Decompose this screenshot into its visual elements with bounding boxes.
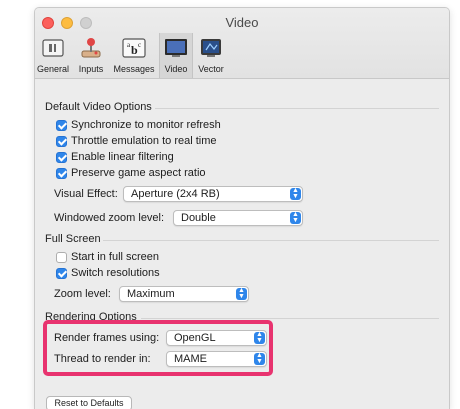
updown-chevron-icon: ▲ ▼ xyxy=(254,352,265,365)
zoom-level-label: Zoom level: xyxy=(54,288,111,300)
throttle-option[interactable]: Throttle emulation to real time xyxy=(56,134,217,148)
section-divider xyxy=(141,318,439,319)
updown-chevron-icon: ▲ ▼ xyxy=(290,211,301,224)
tab-messages[interactable]: a b c Messages xyxy=(111,33,157,78)
checkbox-label: Throttle emulation to real time xyxy=(71,135,217,147)
visual-effect-select[interactable]: Aperture (2x4 RB) ▲ ▼ xyxy=(123,186,303,202)
checkbox-checked[interactable] xyxy=(56,135,67,147)
updown-chevron-icon: ▲ ▼ xyxy=(236,287,247,300)
window-title: Video xyxy=(225,15,259,30)
windowed-zoom-select[interactable]: Double ▲ ▼ xyxy=(173,210,303,226)
checkbox-label: Enable linear filtering xyxy=(71,151,174,163)
reset-to-defaults-button[interactable]: Reset to Defaults xyxy=(46,396,132,409)
vector-icon xyxy=(201,39,221,57)
checkbox-checked[interactable] xyxy=(56,267,67,279)
tab-general-label: General xyxy=(36,64,70,74)
tab-inputs-label: Inputs xyxy=(78,64,104,74)
svg-text:c: c xyxy=(138,41,141,49)
updown-chevron-icon: ▲ ▼ xyxy=(290,187,301,200)
zoom-level-select[interactable]: Maximum ▲ ▼ xyxy=(119,286,249,302)
checkbox-checked[interactable] xyxy=(56,151,67,163)
messages-icon: a b c xyxy=(122,38,146,58)
section-divider xyxy=(155,108,439,109)
checkbox-checked[interactable] xyxy=(56,119,67,131)
monitor-icon xyxy=(165,39,187,57)
preferences-window: Video General Inputs a b c Messages Vide… xyxy=(34,7,450,409)
sync-refresh-option[interactable]: Synchronize to monitor refresh xyxy=(56,118,221,132)
section-divider xyxy=(103,240,439,241)
full-screen-section-title: Full Screen xyxy=(45,233,101,245)
visual-effect-value: Aperture (2x4 RB) xyxy=(131,188,220,200)
windowed-zoom-value: Double xyxy=(181,212,216,224)
checkbox-unchecked[interactable] xyxy=(56,251,67,263)
checkbox-checked[interactable] xyxy=(56,167,67,179)
default-video-section-title: Default Video Options xyxy=(45,101,152,113)
video-pane: Default Video Options Synchronize to mon… xyxy=(35,79,449,409)
svg-text:b: b xyxy=(131,43,138,57)
joystick-icon xyxy=(81,38,101,58)
render-frames-label: Render frames using: xyxy=(54,332,160,344)
start-fullscreen-option[interactable]: Start in full screen xyxy=(56,250,159,264)
toolbar: Video General Inputs a b c Messages Vide… xyxy=(35,8,449,79)
windowed-zoom-label: Windowed zoom level: xyxy=(54,212,165,224)
render-frames-select[interactable]: OpenGL ▲ ▼ xyxy=(166,330,267,346)
checkbox-label: Start in full screen xyxy=(71,251,160,263)
visual-effect-label: Visual Effect: xyxy=(54,188,118,200)
linear-filtering-option[interactable]: Enable linear filtering xyxy=(56,150,174,164)
tab-messages-label: Messages xyxy=(113,64,155,74)
tab-general[interactable]: General xyxy=(35,33,71,78)
general-icon xyxy=(42,39,64,57)
tab-vector[interactable]: Vector xyxy=(193,33,229,78)
checkbox-label: Switch resolutions xyxy=(71,267,160,279)
zoom-level-value: Maximum xyxy=(127,288,175,300)
tab-video-label: Video xyxy=(164,64,188,74)
checkbox-label: Preserve game aspect ratio xyxy=(71,167,206,179)
thread-label: Thread to render in: xyxy=(54,353,151,365)
render-frames-value: OpenGL xyxy=(174,332,216,344)
aspect-ratio-option[interactable]: Preserve game aspect ratio xyxy=(56,166,206,180)
tab-inputs[interactable]: Inputs xyxy=(73,33,109,78)
highlight-box xyxy=(43,320,273,376)
switch-resolutions-option[interactable]: Switch resolutions xyxy=(56,266,160,280)
thread-value: MAME xyxy=(174,353,207,365)
updown-chevron-icon: ▲ ▼ xyxy=(254,331,265,344)
tab-vector-label: Vector xyxy=(198,64,224,74)
tab-video[interactable]: Video xyxy=(159,33,193,78)
checkbox-label: Synchronize to monitor refresh xyxy=(71,119,221,131)
thread-select[interactable]: MAME ▲ ▼ xyxy=(166,351,267,367)
